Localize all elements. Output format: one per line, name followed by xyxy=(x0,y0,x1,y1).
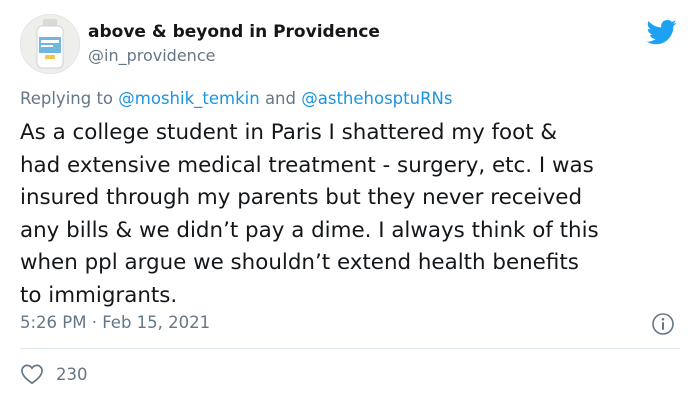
tweet-text-line: any bills & we didn’t pay a dime. I alwa… xyxy=(20,217,599,243)
info-icon[interactable] xyxy=(651,312,675,336)
tweet-timestamp[interactable]: 5:26 PM · Feb 15, 2021 xyxy=(20,313,210,332)
mention-link-1[interactable]: @moshik_temkin xyxy=(118,89,259,108)
like-button[interactable]: 230 xyxy=(20,363,88,385)
tweet-text-line: As a college student in Paris I shattere… xyxy=(20,120,558,145)
tweet-text-line: insured through my parents but they neve… xyxy=(20,185,583,210)
twitter-bird-icon[interactable] xyxy=(645,17,679,47)
heart-icon[interactable] xyxy=(20,363,44,385)
tweet-text: As a college student in Paris I shattere… xyxy=(20,117,690,312)
replying-to-line: Replying to @moshik_temkin and @asthehos… xyxy=(20,89,452,108)
tweet-text-line: when ppl argue we shouldn’t extend healt… xyxy=(20,250,579,275)
like-count: 230 xyxy=(56,364,88,384)
replying-to-conjunction: and xyxy=(264,89,296,108)
avatar[interactable] xyxy=(20,14,80,74)
mention-link-2[interactable]: @asthehosptuRNs xyxy=(301,89,452,108)
divider xyxy=(20,348,680,349)
author-handle[interactable]: @in_providence xyxy=(88,46,215,65)
replying-to-label: Replying to xyxy=(20,89,114,108)
author-display-name[interactable]: above & beyond in Providence xyxy=(88,22,380,42)
tweet-text-line: had extensive medical treatment - surger… xyxy=(20,152,594,178)
tweet-text-line: to immigrants. xyxy=(20,282,178,308)
